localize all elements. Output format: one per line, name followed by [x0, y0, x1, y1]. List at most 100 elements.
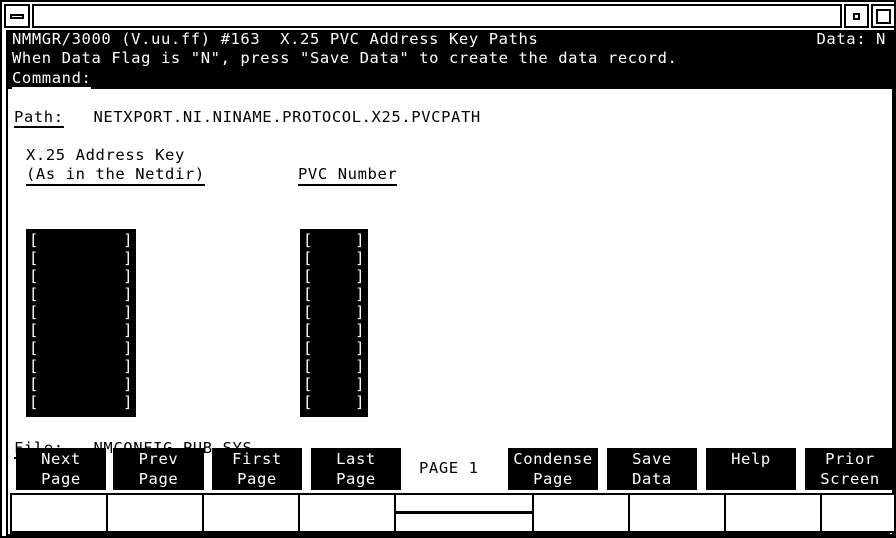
field-close-bracket: ] — [355, 249, 365, 267]
function-key-label-line1: Next — [41, 450, 81, 468]
addr-key-row[interactable]: [] — [26, 231, 136, 249]
field-close-bracket: ] — [123, 285, 133, 303]
screen-title: NMMGR/3000 (V.uu.ff) #163 X.25 PVC Addre… — [12, 30, 539, 48]
restore-icon — [853, 12, 860, 20]
function-key-prior-screen[interactable]: Prior Screen — [805, 448, 894, 490]
field-open-bracket: [ — [303, 267, 313, 285]
function-key-label-line2: Data — [632, 470, 672, 488]
addr-key-row[interactable]: [] — [26, 303, 136, 321]
maximize-icon — [876, 8, 891, 24]
window-titlebar[interactable] — [4, 4, 894, 28]
field-open-bracket: [ — [303, 357, 313, 375]
field-close-bracket: ] — [355, 321, 365, 339]
field-close-bracket: ] — [123, 321, 133, 339]
addr-key-row[interactable]: [] — [26, 285, 136, 303]
path-spacer — [64, 108, 94, 126]
addr-key-row[interactable]: [] — [26, 249, 136, 267]
field-open-bracket: [ — [29, 303, 39, 321]
pvc-number-row[interactable]: [] — [300, 321, 368, 339]
pvc-number-row[interactable]: [] — [300, 339, 368, 357]
field-close-bracket: ] — [355, 231, 365, 249]
screen-instruction: When Data Flag is "N", press "Save Data"… — [12, 49, 678, 67]
field-close-bracket: ] — [355, 303, 365, 321]
function-key-save-data[interactable]: Save Data — [607, 448, 697, 490]
addr-key-row[interactable]: [] — [26, 267, 136, 285]
function-key-label-line1: First — [232, 450, 282, 468]
window-title — [32, 4, 842, 28]
field-close-bracket: ] — [355, 393, 365, 411]
addr-key-row[interactable]: [] — [26, 375, 136, 393]
field-open-bracket: [ — [303, 285, 313, 303]
maximize-button[interactable] — [871, 4, 894, 28]
addr-key-row[interactable]: [] — [26, 339, 136, 357]
field-open-bracket: [ — [303, 321, 313, 339]
function-key-box[interactable] — [532, 493, 630, 533]
function-key-label-line2: Page — [138, 470, 179, 488]
field-open-bracket: [ — [29, 249, 39, 267]
function-key-box[interactable] — [10, 493, 108, 533]
function-key-label-line2: Page — [41, 470, 81, 488]
pvc-number-row[interactable]: [] — [300, 249, 368, 267]
pvc-number-row[interactable]: [] — [300, 285, 368, 303]
field-open-bracket: [ — [29, 231, 39, 249]
terminal-window: NMMGR/3000 (V.uu.ff) #163 X.25 PVC Addre… — [0, 0, 896, 538]
addr-key-row[interactable]: [] — [26, 321, 136, 339]
function-key-box[interactable] — [394, 493, 534, 533]
field-open-bracket: [ — [303, 375, 313, 393]
function-key-box[interactable] — [202, 493, 300, 533]
minimize-button[interactable] — [4, 4, 30, 28]
pvc-number-row[interactable]: [] — [300, 375, 368, 393]
function-key-label-line2: Screen — [820, 470, 880, 488]
addr-key-heading-line2: (As in the Netdir) — [26, 165, 205, 186]
pvc-number-row[interactable]: [] — [300, 357, 368, 375]
command-line[interactable]: Command: — [12, 69, 92, 89]
function-key-box[interactable] — [106, 493, 204, 533]
function-key-box[interactable] — [724, 493, 822, 533]
restore-button[interactable] — [844, 4, 869, 28]
function-key-box-divider — [396, 511, 532, 514]
field-open-bracket: [ — [303, 231, 313, 249]
function-key-next-page[interactable]: Next Page — [16, 448, 106, 490]
field-open-bracket: [ — [29, 267, 39, 285]
field-close-bracket: ] — [123, 393, 133, 411]
field-close-bracket: ] — [355, 375, 365, 393]
pvc-number-row[interactable]: [] — [300, 303, 368, 321]
function-key-first-page[interactable]: First Page — [212, 448, 302, 490]
field-close-bracket: ] — [355, 339, 365, 357]
function-key-box[interactable] — [820, 493, 894, 533]
function-key-boxes — [10, 493, 894, 533]
field-close-bracket: ] — [123, 303, 133, 321]
pvc-number-row[interactable]: [] — [300, 231, 368, 249]
addr-key-row[interactable]: [] — [26, 357, 136, 375]
function-key-help[interactable]: Help — [706, 448, 796, 490]
path-row: Path: NETXPORT.NI.NINAME.PROTOCOL.X25.PV… — [14, 108, 481, 128]
pvc-number-row[interactable]: [] — [300, 267, 368, 285]
addr-key-heading-line1: X.25 Address Key — [26, 146, 185, 164]
field-close-bracket: ] — [355, 267, 365, 285]
bottom-rule — [10, 533, 890, 536]
terminal-screen: NMMGR/3000 (V.uu.ff) #163 X.25 PVC Addre… — [6, 30, 894, 536]
field-close-bracket: ] — [355, 285, 365, 303]
function-key-box[interactable] — [628, 493, 726, 533]
field-open-bracket: [ — [303, 303, 313, 321]
command-label: Command: — [12, 69, 92, 89]
field-open-bracket: [ — [29, 393, 39, 411]
function-key-labels: Next Page Prev Page First Page Last Page Condens… — [8, 448, 894, 490]
field-open-bracket: [ — [29, 339, 39, 357]
pvc-number-row[interactable]: [] — [300, 393, 368, 411]
function-key-box[interactable] — [298, 493, 396, 533]
minimize-icon — [10, 13, 24, 19]
field-open-bracket: [ — [303, 393, 313, 411]
function-key-label-line1: Prev — [138, 450, 179, 468]
data-flag-status: Data: N — [816, 30, 886, 48]
function-key-label-line2: Page — [336, 470, 376, 488]
function-key-label-line1: Condense — [513, 450, 593, 468]
function-key-label-line1: Help — [731, 450, 771, 468]
addr-key-row[interactable]: [] — [26, 393, 136, 411]
path-label: Path: — [14, 108, 64, 128]
function-key-condense-page[interactable]: Condense Page — [508, 448, 598, 490]
field-close-bracket: ] — [123, 339, 133, 357]
function-key-last-page[interactable]: Last Page — [311, 448, 401, 490]
function-key-label-line1: Save — [632, 450, 672, 468]
function-key-prev-page[interactable]: Prev Page — [113, 448, 204, 490]
